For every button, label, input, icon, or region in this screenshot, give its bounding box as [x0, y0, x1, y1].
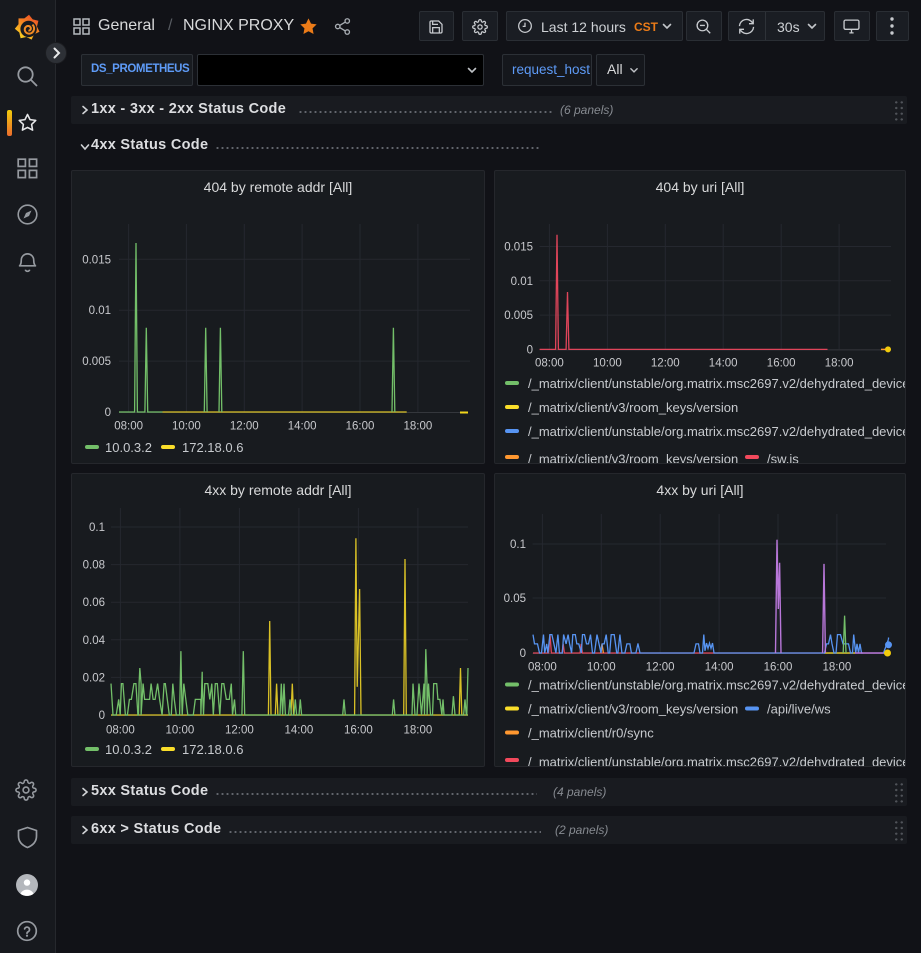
svg-text:0: 0: [520, 648, 526, 660]
svg-text:0.1: 0.1: [89, 522, 105, 534]
svg-text:0.05: 0.05: [504, 593, 526, 605]
svg-text:404 by remote addr [All]: 404 by remote addr [All]: [204, 179, 353, 195]
svg-text:10:00: 10:00: [587, 662, 616, 674]
svg-text:16:00: 16:00: [764, 662, 793, 674]
svg-text:0: 0: [99, 710, 105, 722]
svg-text:18:00: 18:00: [404, 421, 433, 433]
svg-text:4xx by remote addr [All]: 4xx by remote addr [All]: [204, 482, 351, 498]
svg-text:0.005: 0.005: [82, 356, 111, 368]
svg-text:/_matrix/client/unstable/org.m: /_matrix/client/unstable/org.matrix.msc2…: [528, 424, 910, 439]
svg-text:/api/live/ws: /api/live/ws: [767, 702, 831, 717]
svg-text:/_matrix/client/unstable/org.m: /_matrix/client/unstable/org.matrix.msc2…: [528, 376, 910, 391]
svg-text:10.0.3.2: 10.0.3.2: [105, 440, 152, 455]
svg-text:18:00: 18:00: [825, 358, 854, 370]
svg-text:0.01: 0.01: [89, 305, 111, 317]
svg-text:0.005: 0.005: [504, 310, 533, 322]
svg-text:0.015: 0.015: [82, 254, 111, 266]
svg-text:/sw.js: /sw.js: [767, 452, 799, 467]
svg-text:14:00: 14:00: [705, 662, 734, 674]
svg-text:0.01: 0.01: [511, 276, 533, 288]
svg-text:18:00: 18:00: [823, 662, 852, 674]
svg-text:12:00: 12:00: [230, 421, 259, 433]
svg-text:0.02: 0.02: [83, 672, 105, 684]
svg-text:10.0.3.2: 10.0.3.2: [105, 742, 152, 757]
svg-text:0.08: 0.08: [83, 560, 105, 572]
svg-text:172.18.0.6: 172.18.0.6: [182, 440, 243, 455]
svg-text:14:00: 14:00: [709, 358, 738, 370]
svg-text:16:00: 16:00: [767, 358, 796, 370]
svg-text:0: 0: [105, 407, 111, 419]
svg-text:16:00: 16:00: [344, 725, 373, 737]
svg-text:0.04: 0.04: [83, 635, 106, 647]
svg-text:12:00: 12:00: [225, 725, 254, 737]
svg-text:/_matrix/client/v3/room_keys/v: /_matrix/client/v3/room_keys/version: [528, 702, 738, 717]
svg-text:0.06: 0.06: [83, 597, 105, 609]
svg-text:18:00: 18:00: [404, 725, 433, 737]
svg-text:4xx by uri [All]: 4xx by uri [All]: [656, 482, 743, 498]
svg-text:0.1: 0.1: [510, 539, 526, 551]
svg-text:10:00: 10:00: [166, 725, 195, 737]
svg-text:08:00: 08:00: [528, 662, 557, 674]
svg-text:172.18.0.6: 172.18.0.6: [182, 742, 243, 757]
svg-text:14:00: 14:00: [288, 421, 317, 433]
svg-text:12:00: 12:00: [646, 662, 675, 674]
svg-text:14:00: 14:00: [285, 725, 314, 737]
svg-text:16:00: 16:00: [346, 421, 375, 433]
svg-text:/_matrix/client/unstable/org.m: /_matrix/client/unstable/org.matrix.msc2…: [528, 755, 910, 770]
svg-text:10:00: 10:00: [172, 421, 201, 433]
svg-text:08:00: 08:00: [106, 725, 135, 737]
svg-text:0.015: 0.015: [504, 242, 533, 254]
svg-text:08:00: 08:00: [535, 358, 564, 370]
svg-text:/_matrix/client/unstable/org.m: /_matrix/client/unstable/org.matrix.msc2…: [528, 678, 910, 693]
svg-text:/_matrix/client/v3/room_keys/v: /_matrix/client/v3/room_keys/version: [528, 400, 738, 415]
svg-text:08:00: 08:00: [114, 421, 143, 433]
svg-text:12:00: 12:00: [651, 358, 680, 370]
svg-text:/_matrix/client/v3/room_keys/v: /_matrix/client/v3/room_keys/version: [528, 452, 738, 467]
svg-text:404 by uri [All]: 404 by uri [All]: [656, 179, 745, 195]
svg-text:10:00: 10:00: [593, 358, 622, 370]
svg-text:0: 0: [527, 344, 533, 356]
svg-text:/_matrix/client/r0/sync: /_matrix/client/r0/sync: [528, 726, 654, 741]
